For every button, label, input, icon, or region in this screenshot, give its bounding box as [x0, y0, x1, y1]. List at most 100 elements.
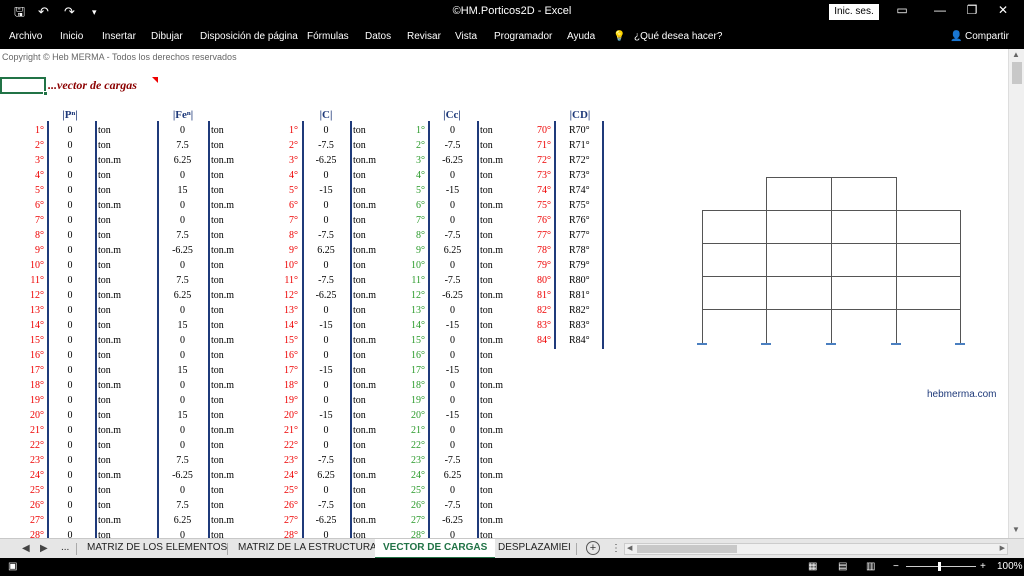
zoom-in-button[interactable]: + [980, 561, 986, 572]
cc-index[interactable]: 14° [390, 318, 425, 333]
c-value[interactable]: 0 [305, 168, 347, 183]
fe-unit[interactable]: ton [211, 438, 256, 453]
p-unit[interactable]: ton.m [98, 288, 143, 303]
c-value[interactable]: 0 [305, 423, 347, 438]
cc-value[interactable]: -15 [431, 408, 474, 423]
p-unit[interactable]: ton [98, 183, 143, 198]
cc-index[interactable]: 8° [390, 228, 425, 243]
cc-index[interactable]: 19° [390, 393, 425, 408]
fe-unit[interactable]: ton [211, 183, 256, 198]
p-index[interactable]: 14° [10, 318, 44, 333]
tab-matriz-elementos[interactable]: MATRIZ DE LOS ELEMENTOS [87, 542, 227, 553]
cd-index[interactable]: 70° [518, 123, 551, 138]
fe-unit[interactable]: ton [211, 393, 256, 408]
p-value[interactable]: 0 [50, 153, 90, 168]
c-value[interactable]: 0 [305, 438, 347, 453]
fe-unit[interactable]: ton [211, 483, 256, 498]
c-index[interactable]: 8° [262, 228, 298, 243]
p-value[interactable]: 0 [50, 393, 90, 408]
add-sheet-icon[interactable]: + [586, 541, 600, 555]
cd-value[interactable]: R71° [569, 138, 601, 153]
p-value[interactable]: 0 [50, 528, 90, 538]
scroll-right-icon[interactable]: ▶ [1000, 544, 1005, 552]
fe-value[interactable]: 0 [160, 123, 205, 138]
cc-unit[interactable]: ton [480, 408, 525, 423]
cc-unit[interactable]: ton.m [480, 423, 525, 438]
cc-index[interactable]: 24° [390, 468, 425, 483]
cc-index[interactable]: 2° [390, 138, 425, 153]
c-value[interactable]: -7.5 [305, 498, 347, 513]
cc-index[interactable]: 15° [390, 333, 425, 348]
ribbon-display-icon[interactable]: ▭ [887, 3, 917, 17]
cc-index[interactable]: 1° [390, 123, 425, 138]
c-index[interactable]: 15° [262, 333, 298, 348]
c-value[interactable]: -6.25 [305, 288, 347, 303]
p-index[interactable]: 10° [10, 258, 44, 273]
fe-value[interactable]: 0 [160, 438, 205, 453]
tab-desplazamientos[interactable]: DESPLAZAMIEI [498, 542, 571, 553]
cc-value[interactable]: -7.5 [431, 273, 474, 288]
cc-value[interactable]: 0 [431, 168, 474, 183]
cc-value[interactable]: 0 [431, 528, 474, 538]
p-index[interactable]: 25° [10, 483, 44, 498]
cd-value[interactable]: R76° [569, 213, 601, 228]
cc-value[interactable]: -7.5 [431, 498, 474, 513]
fe-unit[interactable]: ton [211, 498, 256, 513]
p-unit[interactable]: ton [98, 438, 143, 453]
c-value[interactable]: 6.25 [305, 468, 347, 483]
cc-index[interactable]: 4° [390, 168, 425, 183]
cd-index[interactable]: 83° [518, 318, 551, 333]
cc-index[interactable]: 13° [390, 303, 425, 318]
c-value[interactable]: -15 [305, 363, 347, 378]
cc-unit[interactable]: ton [480, 498, 525, 513]
cc-index[interactable]: 9° [390, 243, 425, 258]
c-index[interactable]: 7° [262, 213, 298, 228]
fe-value[interactable]: 15 [160, 363, 205, 378]
cd-index[interactable]: 75° [518, 198, 551, 213]
cc-value[interactable]: 0 [431, 348, 474, 363]
fe-unit[interactable]: ton [211, 168, 256, 183]
p-unit[interactable]: ton [98, 363, 143, 378]
horizontal-scroll-thumb[interactable] [637, 545, 737, 553]
cc-index[interactable]: 16° [390, 348, 425, 363]
c-index[interactable]: 9° [262, 243, 298, 258]
p-index[interactable]: 8° [10, 228, 44, 243]
cc-index[interactable]: 18° [390, 378, 425, 393]
cc-index[interactable]: 23° [390, 453, 425, 468]
c-index[interactable]: 27° [262, 513, 298, 528]
cc-value[interactable]: -7.5 [431, 453, 474, 468]
p-index[interactable]: 21° [10, 423, 44, 438]
p-index[interactable]: 3° [10, 153, 44, 168]
cc-value[interactable]: 6.25 [431, 468, 474, 483]
cc-index[interactable]: 3° [390, 153, 425, 168]
c-value[interactable]: 0 [305, 528, 347, 538]
fe-unit[interactable]: ton [211, 453, 256, 468]
cc-unit[interactable]: ton.m [480, 468, 525, 483]
worksheet[interactable]: Copyright © Heb MERMA - Todos los derech… [0, 49, 1008, 538]
c-index[interactable]: 3° [262, 153, 298, 168]
cd-value[interactable]: R77° [569, 228, 601, 243]
cc-unit[interactable]: ton [480, 438, 525, 453]
fe-value[interactable]: -6.25 [160, 468, 205, 483]
scroll-up-icon[interactable]: ▲ [1012, 50, 1020, 59]
c-index[interactable]: 22° [262, 438, 298, 453]
menu-archivo[interactable]: Archivo [9, 31, 42, 42]
cc-index[interactable]: 21° [390, 423, 425, 438]
p-value[interactable]: 0 [50, 123, 90, 138]
tab-more[interactable]: ... [61, 542, 69, 553]
cc-unit[interactable]: ton [480, 393, 525, 408]
share-button[interactable]: Compartir [965, 31, 1009, 42]
p-index[interactable]: 1° [10, 123, 44, 138]
p-unit[interactable]: ton.m [98, 378, 143, 393]
p-index[interactable]: 27° [10, 513, 44, 528]
cd-value[interactable]: R83° [569, 318, 601, 333]
cc-value[interactable]: 6.25 [431, 243, 474, 258]
c-value[interactable]: 0 [305, 213, 347, 228]
cc-value[interactable]: 0 [431, 258, 474, 273]
horizontal-scrollbar[interactable]: ◀ ▶ [624, 543, 1008, 555]
cc-value[interactable]: 0 [431, 123, 474, 138]
cc-value[interactable]: 0 [431, 303, 474, 318]
cc-value[interactable]: 0 [431, 438, 474, 453]
cd-index[interactable]: 78° [518, 243, 551, 258]
fe-value[interactable]: 15 [160, 408, 205, 423]
